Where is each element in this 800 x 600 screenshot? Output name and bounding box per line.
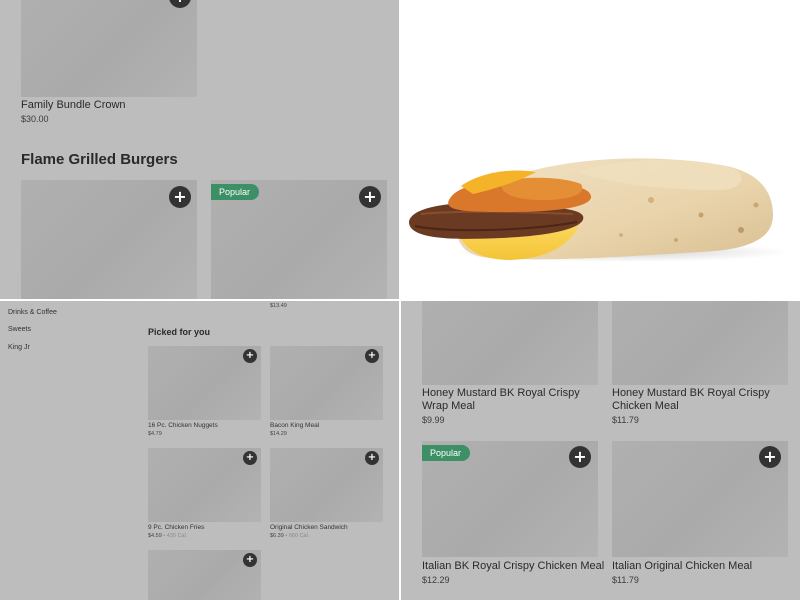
item-price: $11.79 <box>612 415 639 425</box>
item-name: Honey Mustard BK Royal Crispy Chicken Me… <box>612 387 770 412</box>
item-name: 16 Pc. Chicken Nuggets <box>148 422 218 429</box>
item-price-calories: $4.59 • 430 Cal. <box>148 533 187 539</box>
section-title: Picked for you <box>148 327 211 337</box>
item-price-calories: $6.39 • 660 Cal. <box>270 533 309 539</box>
plus-icon: + <box>245 350 255 361</box>
popular-badge: Popular <box>211 184 260 200</box>
popular-badge: Popular <box>422 445 471 461</box>
add-item-button[interactable]: + <box>359 186 381 208</box>
menu-panel-bottom-right: Honey Mustard BK Royal Crispy Wrap Meal … <box>401 301 800 600</box>
plus-icon: + <box>245 554 255 565</box>
sidebar-item-drinks-coffee[interactable]: Drinks & Coffee <box>8 309 57 316</box>
item-name: Family Bundle Crown <box>21 99 126 111</box>
item-name: Bacon King Meal <box>270 422 320 429</box>
add-item-button[interactable]: + <box>569 446 591 468</box>
plus-icon: + <box>173 187 187 206</box>
item-name: Italian BK Royal Crispy Chicken Meal <box>422 560 605 572</box>
item-name: 9 Pc. Chicken Fries <box>148 524 205 531</box>
sidebar-item-sweets[interactable]: Sweets <box>8 326 31 333</box>
add-item-button[interactable]: + <box>243 349 257 363</box>
item-name: Honey Mustard BK Royal Crispy Wrap Meal <box>422 387 580 412</box>
add-item-button[interactable]: + <box>243 553 257 567</box>
family-bundle-card-image[interactable] <box>21 0 197 97</box>
plus-icon: + <box>173 0 186 5</box>
item-card-image[interactable] <box>422 301 598 385</box>
add-item-button[interactable]: + <box>759 446 781 468</box>
plus-icon: + <box>245 452 255 463</box>
sidebar-item-king-jr[interactable]: King Jr <box>8 344 30 351</box>
item-price: $4.59 <box>148 533 162 539</box>
item-price: $6.39 <box>270 533 284 539</box>
product-photo-panel <box>401 0 800 299</box>
item-card-image[interactable] <box>612 301 788 385</box>
screenshot-collage: + Family Bundle Crown $30.00 Flame Grill… <box>0 0 800 600</box>
item-price: $9.99 <box>422 415 445 425</box>
divider <box>0 299 800 301</box>
plus-icon: + <box>573 447 587 466</box>
item-price: $12.29 <box>422 575 450 585</box>
item-price: $14.29 <box>270 431 287 437</box>
plus-icon: + <box>367 452 377 463</box>
item-name: Italian Original Chicken Meal <box>612 560 753 572</box>
item-price: $13.49 <box>270 303 287 309</box>
add-item-button[interactable]: + <box>169 186 191 208</box>
plus-icon: + <box>363 187 377 206</box>
add-item-button[interactable]: + <box>365 349 379 363</box>
item-price: $11.79 <box>612 575 639 585</box>
item-price: $30.00 <box>21 114 49 124</box>
breakfast-burrito-photo <box>409 158 791 262</box>
menu-panel-top-left: + Family Bundle Crown $30.00 Flame Grill… <box>0 0 399 299</box>
item-name: Original Chicken Sandwich <box>270 524 348 531</box>
section-title: Flame Grilled Burgers <box>21 151 178 168</box>
item-calories: • 430 Cal. <box>161 533 188 539</box>
add-item-button[interactable]: + <box>243 451 257 465</box>
add-item-button[interactable]: + <box>365 451 379 465</box>
plus-icon: + <box>763 447 777 466</box>
item-price: $4.79 <box>148 431 162 437</box>
item-calories: • 660 Cal. <box>283 533 310 539</box>
menu-panel-bottom-left: $13.49 Drinks & Coffee Sweets King Jr Pi… <box>0 301 399 600</box>
plus-icon: + <box>367 350 377 361</box>
